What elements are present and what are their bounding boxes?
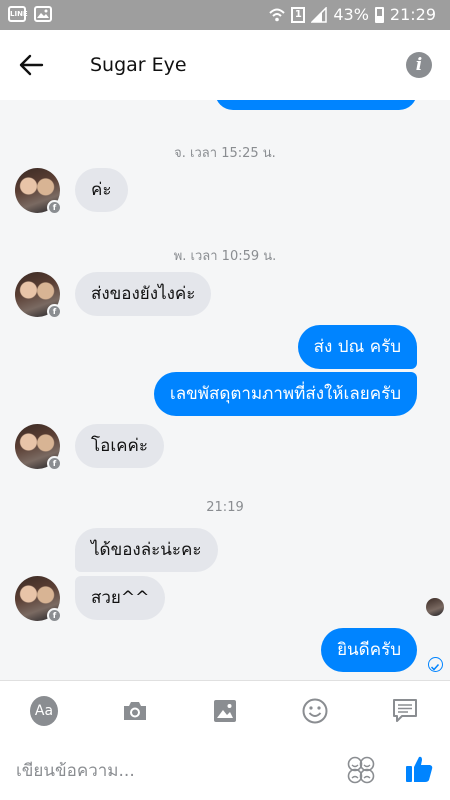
message-composer <box>0 740 450 800</box>
system-status: 1 43% 21:29 <box>269 5 436 24</box>
outgoing-message[interactable]: ส่ง ปณ ครับ <box>297 325 417 369</box>
avatar[interactable]: f <box>15 168 62 215</box>
incoming-message[interactable]: โอเคค่ะ <box>75 424 165 468</box>
gallery-button[interactable] <box>211 697 239 725</box>
back-arrow-icon[interactable] <box>18 52 44 78</box>
avatar[interactable]: f <box>15 272 62 319</box>
avatar[interactable]: f <box>15 576 62 623</box>
camera-button[interactable] <box>121 697 149 725</box>
facebook-badge-icon: f <box>47 608 62 623</box>
composer-toolbar: Aa <box>0 680 450 740</box>
avatar[interactable]: f <box>15 424 62 471</box>
timestamp: 21:19 <box>206 500 244 515</box>
facebook-badge-icon: f <box>47 456 62 471</box>
wifi-icon <box>269 8 286 21</box>
incoming-message[interactable]: สวย^^ <box>75 576 166 620</box>
seen-indicator-avatar <box>426 598 444 616</box>
incoming-message[interactable]: ได้ของล่ะน่ะคะ <box>75 528 218 572</box>
emoji-button[interactable] <box>301 697 329 725</box>
outgoing-message[interactable]: เลขพัสดุตามภาพที่ส่งให้เลยครับ <box>153 372 417 416</box>
timestamp: พ. เวลา 10:59 น. <box>173 249 277 264</box>
text-style-button[interactable]: Aa <box>30 696 58 726</box>
battery-percent: 43% <box>333 5 369 24</box>
facebook-badge-icon: f <box>47 304 62 319</box>
notification-icons: LINE <box>8 6 52 22</box>
sim-icon: 1 <box>291 6 306 23</box>
line-icon: LINE <box>8 6 28 22</box>
more-button[interactable] <box>391 697 419 725</box>
outgoing-message-partial[interactable] <box>215 100 417 110</box>
sticker-icon[interactable] <box>347 756 375 784</box>
image-icon <box>214 700 236 722</box>
outgoing-message[interactable]: ยินดีครับ <box>321 628 417 672</box>
message-icon <box>393 699 417 722</box>
message-input[interactable] <box>16 758 316 784</box>
text-style-icon: Aa <box>30 696 58 726</box>
status-bar: LINE 1 43% 21:29 <box>0 0 450 30</box>
info-icon[interactable]: i <box>406 52 432 78</box>
conversation-header: Sugar Eye i <box>0 30 450 100</box>
clock: 21:29 <box>389 5 436 24</box>
timestamp: จ. เวลา 15:25 น. <box>174 146 276 161</box>
gallery-icon <box>34 6 52 22</box>
incoming-message[interactable]: ส่งของยังไงค่ะ <box>75 272 212 316</box>
like-icon[interactable] <box>404 754 434 784</box>
check-icon <box>428 657 443 672</box>
camera-icon <box>124 702 146 720</box>
battery-icon <box>374 6 384 23</box>
conversation-title[interactable]: Sugar Eye <box>90 54 187 76</box>
emoji-icon <box>302 698 328 724</box>
signal-icon <box>311 6 328 23</box>
message-list[interactable]: จ. เวลา 15:25 น. f ค่ะ พ. เวลา 10:59 น. … <box>0 100 450 680</box>
facebook-badge-icon: f <box>47 200 62 215</box>
incoming-message[interactable]: ค่ะ <box>75 168 128 212</box>
